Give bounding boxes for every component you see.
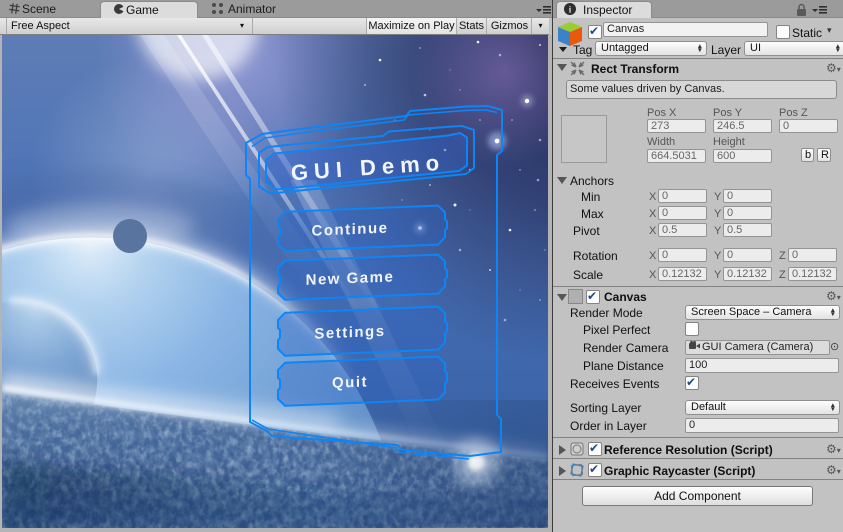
svg-text:Settings: Settings xyxy=(314,323,385,343)
svg-text:Quit: Quit xyxy=(332,373,368,391)
svg-text:Continue: Continue xyxy=(312,220,389,240)
svg-text:New Game: New Game xyxy=(306,268,395,289)
